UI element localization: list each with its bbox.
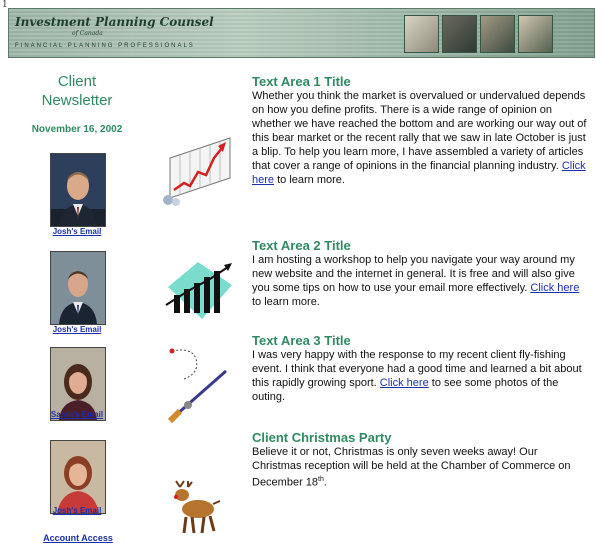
org-subtitle: of Canada: [72, 30, 103, 37]
click-here-link[interactable]: Click here: [530, 282, 579, 294]
section-title: Client Christmas Party: [252, 430, 392, 445]
section-title: Text Area 3 Title: [252, 333, 351, 348]
newsletter-section-4: Client Christmas Party Believe it or not…: [252, 430, 590, 490]
newsletter-heading-line1: Client: [57, 73, 97, 90]
email-link[interactable]: Josh's Email: [44, 506, 110, 515]
newsletter-section-3: Text Area 3 Title I was very happy with …: [252, 333, 590, 404]
email-link[interactable]: Josh's Email: [44, 325, 110, 334]
advisor-portrait: [50, 153, 106, 227]
section-text-tail: to learn more.: [252, 296, 320, 308]
banner-photo-child: [518, 15, 553, 53]
email-link[interactable]: Sarah's Email: [44, 410, 110, 419]
newsletter-date: November 16, 2002: [31, 124, 123, 135]
section-body: I am hosting a workshop to help you navi…: [252, 253, 590, 309]
newsletter-section-2: Text Area 2 Title I am hosting a worksho…: [252, 238, 590, 309]
section-text: Believe it or not, Christmas is only sev…: [252, 446, 571, 489]
account-access-link[interactable]: Account Access: [30, 533, 126, 543]
reindeer-clipart-icon: [166, 479, 226, 544]
newsletter-section-1: Text Area 1 Title Whether you think the …: [252, 74, 590, 187]
email-link[interactable]: Josh's Email: [44, 227, 110, 236]
org-tagline: FINANCIAL PLANNING PROFESSIONALS: [15, 43, 195, 49]
banner-photo-dollar: [404, 15, 439, 53]
advisor-portrait: [50, 251, 106, 325]
section-body: Whether you think the market is overvalu…: [252, 89, 590, 187]
section-body: I was very happy with the response to my…: [252, 348, 590, 404]
fishing-rod-clipart-icon: [162, 345, 242, 430]
newsletter-heading-line2: Newsletter: [41, 92, 113, 109]
header-banner: Investment Planning Counsel of Canada FI…: [8, 8, 595, 58]
section-title: Text Area 1 Title: [252, 74, 351, 89]
section-text: I am hosting a workshop to help you navi…: [252, 254, 575, 294]
section-text-tail: .: [323, 476, 327, 489]
advisor-portrait: [50, 440, 106, 514]
growth-chart-clipart-icon: [158, 257, 238, 332]
section-title: Text Area 2 Title: [252, 238, 351, 253]
section-text: Whether you think the market is overvalu…: [252, 90, 587, 172]
section-body: Believe it or not, Christmas is only sev…: [252, 445, 590, 490]
click-here-link[interactable]: Click here: [380, 377, 429, 389]
banner-photo-couple: [480, 15, 515, 53]
org-name: Investment Planning Counsel: [15, 15, 214, 29]
page-number: 1: [2, 0, 8, 10]
rising-chart-clipart-icon: [160, 128, 240, 213]
section-text-tail: to learn more.: [274, 174, 345, 186]
banner-photo-family: [442, 15, 477, 53]
